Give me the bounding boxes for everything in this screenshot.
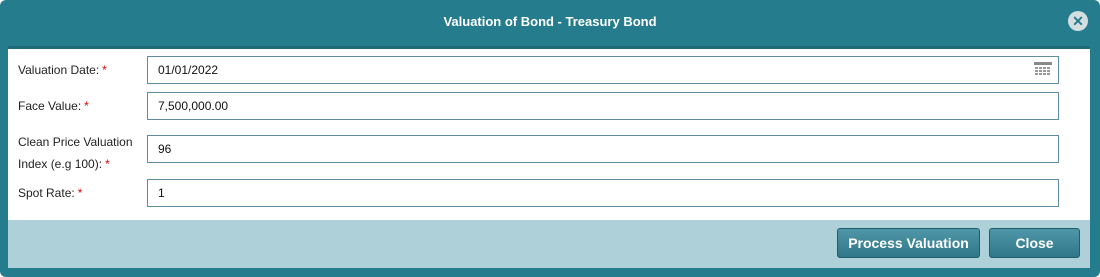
- close-button[interactable]: Close: [989, 228, 1080, 258]
- dialog-title: Valuation of Bond - Treasury Bond: [443, 13, 657, 29]
- required-marker: *: [77, 186, 83, 200]
- spot-rate-input[interactable]: 1: [147, 179, 1059, 207]
- valuation-dialog: Valuation of Bond - Treasury Bond ✕ Valu…: [0, 0, 1100, 277]
- face-value-value: 7,500,000.00: [158, 99, 229, 113]
- valuation-date-input[interactable]: 01/01/2022: [147, 56, 1059, 84]
- dialog-footer: Process Valuation Close: [8, 220, 1090, 268]
- face-value-input[interactable]: 7,500,000.00: [147, 92, 1059, 120]
- required-marker: *: [84, 99, 89, 113]
- dialog-titlebar: Valuation of Bond - Treasury Bond ✕: [0, 0, 1100, 42]
- required-marker: *: [105, 157, 110, 171]
- process-valuation-button[interactable]: Process Valuation: [837, 228, 980, 258]
- spot-rate-value: 1: [158, 186, 165, 200]
- calendar-icon[interactable]: [1034, 62, 1052, 78]
- dialog-body: Valuation Date: * 01/01/2022 Face Value: *: [8, 46, 1090, 220]
- valuation-date-label: Valuation Date: *: [18, 63, 107, 77]
- clean-price-input[interactable]: 96: [147, 135, 1059, 163]
- required-marker: *: [102, 63, 107, 77]
- valuation-date-value: 01/01/2022: [158, 63, 219, 77]
- clean-price-value: 96: [158, 142, 172, 156]
- close-icon[interactable]: ✕: [1068, 11, 1088, 31]
- clean-price-label: Clean Price Valuation Index (e.g 100): *: [18, 135, 133, 171]
- spot-rate-label: Spot Rate: *: [18, 186, 83, 200]
- face-value-label: Face Value: *: [18, 99, 89, 113]
